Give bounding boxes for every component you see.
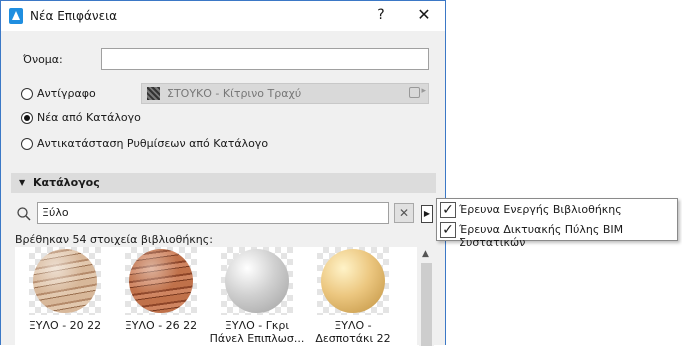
material-preview [317, 247, 389, 315]
chevron-right-icon: ▸ [421, 86, 426, 96]
scroll-up-icon[interactable]: ▲ [422, 249, 429, 259]
name-label: Όνομα: [23, 53, 63, 66]
radio-copy[interactable] [21, 88, 33, 100]
catalog-item-label: ΞΥΛΟ - 26 22 [124, 319, 198, 332]
scroll-thumb[interactable] [421, 263, 432, 346]
material-preview [29, 247, 101, 315]
results-scrollbar[interactable]: ▲ [419, 247, 434, 346]
catalog-item-label: ΞΥΛΟ - Δεσποτάκι 22 [315, 319, 391, 345]
search-value: Ξύλο [42, 206, 69, 219]
menu-item-label: Έρευνα Ενεργής Βιβλιοθήκης [459, 203, 622, 216]
material-preview [221, 247, 293, 315]
new-surface-dialog: Νέα Επιφάνεια ? ✕ Όνομα: Αντίγραφο ΣΤΟΥΚ… [0, 0, 446, 346]
radio-new-from-catalog[interactable] [21, 112, 33, 124]
radio-replace-settings[interactable] [21, 138, 33, 150]
menu-item-label: Έρευνα Δικτυακής Πύλης BIM Συστατικών [459, 223, 624, 249]
archicad-app-icon [9, 8, 23, 24]
results-count: Βρέθηκαν 54 στοιχεία βιβλιοθήκης: [15, 233, 213, 246]
copy-source-text: ΣΤΟΥΚΟ - Κίτρινο Τραχύ [167, 87, 302, 100]
name-input[interactable] [101, 48, 429, 70]
close-button[interactable]: ✕ [413, 5, 435, 24]
menu-item-search-active-library[interactable]: ✓ Έρευνα Ενεργής Βιβλιοθήκης [437, 200, 677, 220]
catalog-section-label: Κατάλογος [33, 176, 100, 189]
checkmark-icon: ✓ [440, 222, 456, 238]
catalog-item-label: ΞΥΛΟ - Γκρι Πάνελ Επιπλωσ... [209, 319, 305, 345]
triangle-down-icon: ▼ [19, 178, 26, 187]
catalog-section-header[interactable]: ▼ Κατάλογος [11, 173, 436, 193]
search-icon [17, 207, 31, 221]
copy-source-field: ΣΤΟΥΚΟ - Κίτρινο Τραχύ ▸ [141, 83, 429, 104]
menu-item-search-bim-portal[interactable]: ✓ Έρευνα Δικτυακής Πύλης BIM Συστατικών [437, 220, 677, 249]
window-title: Νέα Επιφάνεια [30, 9, 118, 23]
radio-replace-settings-label: Αντικατάσταση Ρυθμίσεων από Κατάλογο [37, 137, 269, 150]
search-options-menu: ✓ Έρευνα Ενεργής Βιβλιοθήκης ✓ Έρευνα Δι… [436, 198, 678, 249]
results-grid: ΞΥΛΟ - 20 22 ΞΥΛΟ - 26 22 ΞΥΛΟ - Γκρι Πά… [15, 247, 417, 346]
camera-icon [409, 87, 420, 98]
checkmark-icon: ✓ [440, 202, 456, 218]
radio-new-from-catalog-label: Νέα από Κατάλογο [37, 111, 141, 124]
clear-search-button[interactable]: ✕ [394, 203, 414, 223]
radio-copy-label: Αντίγραφο [37, 87, 96, 100]
catalog-search-input[interactable]: Ξύλο [37, 202, 389, 224]
material-preview [125, 247, 197, 315]
surface-swatch-icon [147, 87, 160, 100]
title-bar: Νέα Επιφάνεια ? ✕ [1, 1, 445, 31]
catalog-item-label: ΞΥΛΟ - 20 22 [28, 319, 102, 332]
help-button[interactable]: ? [371, 7, 391, 23]
search-options-button[interactable]: ▶ [421, 205, 433, 223]
